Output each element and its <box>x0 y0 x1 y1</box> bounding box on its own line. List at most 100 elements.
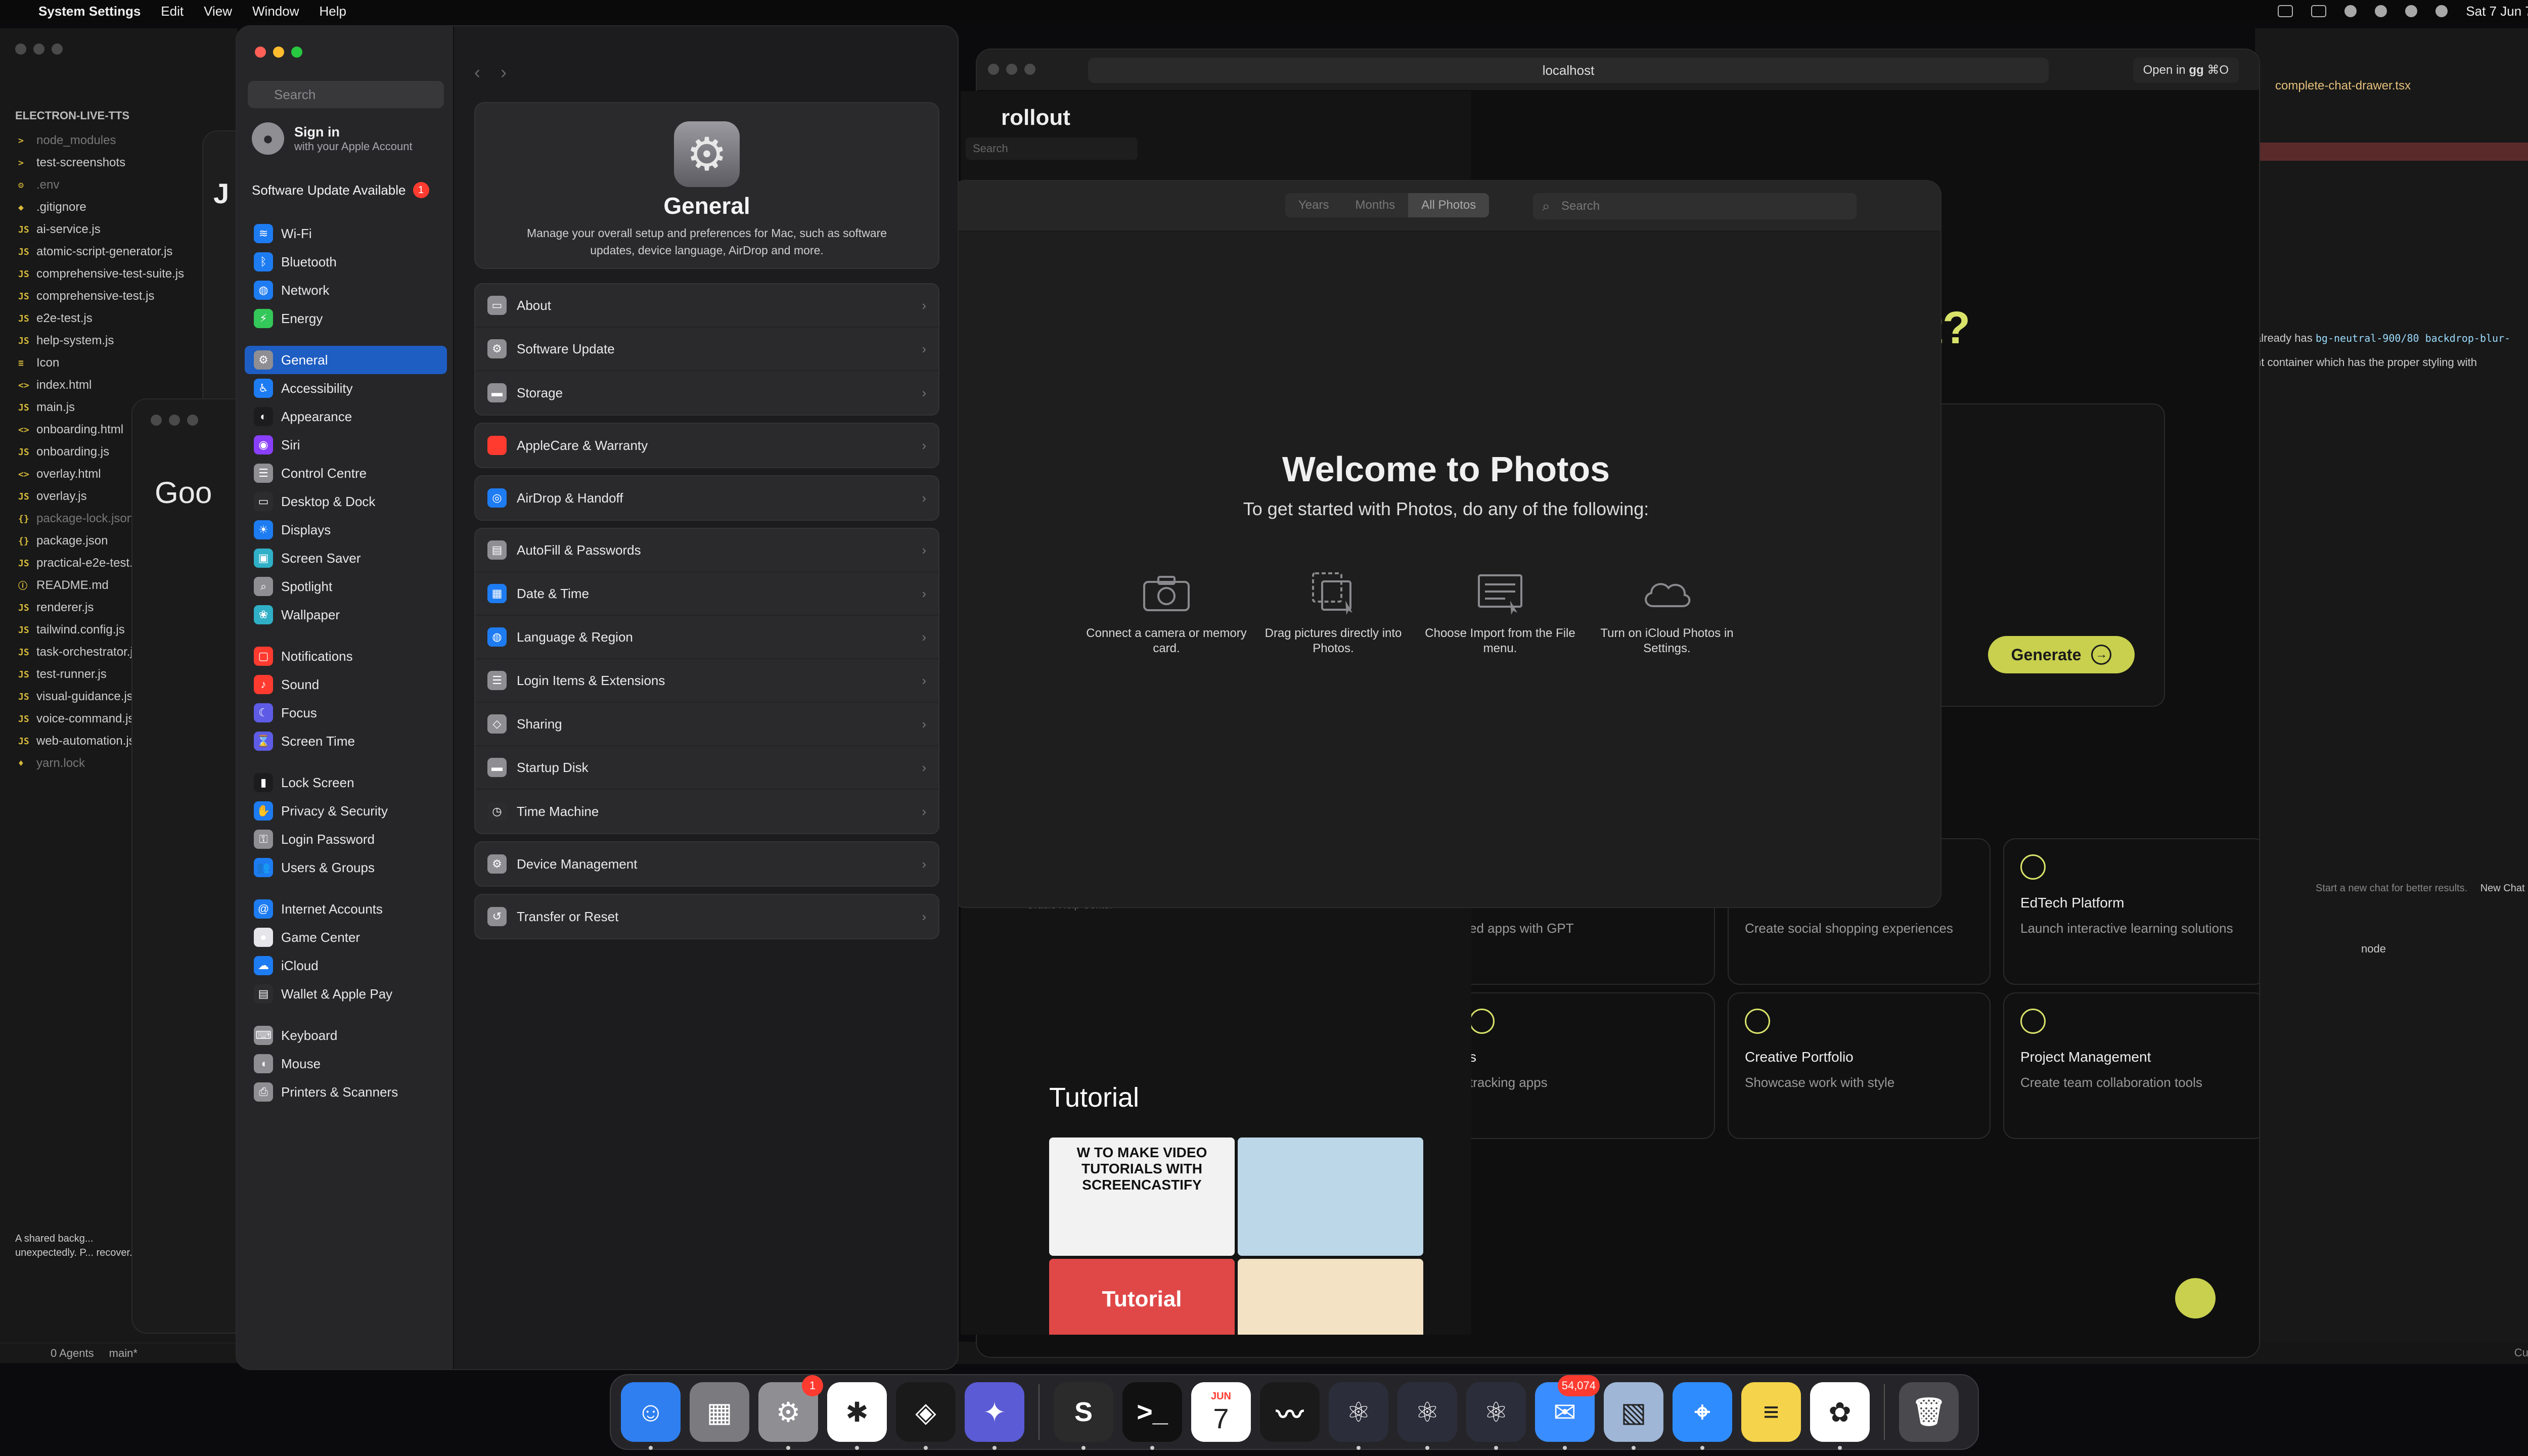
open-in-button[interactable]: Open in gg ⌘O <box>2133 58 2239 83</box>
sidebar-item-notifications[interactable]: ▢ Notifications <box>245 642 447 670</box>
forward-arrow-icon[interactable]: › <box>501 62 527 82</box>
display-icon[interactable] <box>2311 5 2327 17</box>
photos-search-input[interactable]: Search <box>1533 193 1857 219</box>
sidebar-item-control-centre[interactable]: ☰ Control Centre <box>245 459 447 487</box>
photos-option[interactable]: Connect a camera or memory card. <box>1083 570 1250 656</box>
dock-cursor-icon[interactable]: ◈ <box>896 1382 956 1450</box>
rollout-search[interactable]: Search <box>966 138 1138 160</box>
menu-window[interactable]: Window <box>252 4 299 19</box>
sidebar-item-sound[interactable]: ♪ Sound <box>245 670 447 699</box>
sidebar-item-login-password[interactable]: ⚿ Login Password <box>245 825 447 853</box>
dock-system-settings-icon[interactable]: ⚙ 1 <box>758 1375 823 1450</box>
dock-electron-2-icon[interactable]: ⚛ <box>1397 1382 1457 1450</box>
settings-row-storage[interactable]: ▬ Storage › <box>475 371 938 415</box>
back-arrow-icon[interactable]: ‹ <box>474 62 501 82</box>
minimize-button[interactable] <box>169 415 180 426</box>
dock-launchpad-icon[interactable]: ▦ <box>690 1382 749 1442</box>
sidebar-item-desktop-dock[interactable]: ▭ Desktop & Dock <box>245 487 447 516</box>
dock-notes-icon[interactable]: ≡ <box>1741 1382 1801 1442</box>
terminal-tab[interactable]: node <box>2361 942 2386 956</box>
sidebar-item-wi-fi[interactable]: ≋ Wi-Fi <box>245 219 447 248</box>
sidebar-item-icloud[interactable]: ☁ iCloud <box>245 951 447 980</box>
editor-tab[interactable]: complete-chat-drawer.tsx <box>2275 79 2411 93</box>
sidebar-item-lock-screen[interactable]: ▮ Lock Screen <box>245 768 447 797</box>
settings-row-time-machine[interactable]: ◷ Time Machine › <box>475 790 938 833</box>
dock-safari-icon[interactable]: ⌖ <box>1673 1382 1732 1450</box>
sidebar-item-network[interactable]: ◍ Network <box>245 276 447 304</box>
dock-photos-icon[interactable]: ✿ <box>1810 1382 1870 1450</box>
settings-row-about[interactable]: ▭ About › <box>475 284 938 328</box>
zoom-button[interactable] <box>291 47 302 58</box>
settings-search-input[interactable]: Search <box>248 81 444 108</box>
close-button[interactable] <box>151 415 162 426</box>
sidebar-item-siri[interactable]: ◉ Siri <box>245 431 447 459</box>
menu-help[interactable]: Help <box>319 4 346 19</box>
software-update-available[interactable]: Software Update Available 1 <box>252 182 429 198</box>
settings-row-transfer-or-reset[interactable]: ↺ Transfer or Reset › <box>475 895 938 938</box>
close-button[interactable] <box>988 64 999 75</box>
zoom-button[interactable] <box>187 415 198 426</box>
tutorial-thumb-3[interactable]: Tutorial <box>1049 1259 1235 1335</box>
sidebar-item-keyboard[interactable]: ⌨ Keyboard <box>245 1021 447 1050</box>
photos-option[interactable]: Drag pictures directly into Photos. <box>1250 570 1417 656</box>
sidebar-item-appearance[interactable]: ◐ Appearance <box>245 402 447 431</box>
settings-row-startup-disk[interactable]: ▬ Startup Disk › <box>475 746 938 790</box>
settings-row-login-items-extensions[interactable]: ☰ Login Items & Extensions › <box>475 659 938 703</box>
settings-row-date-time[interactable]: ▦ Date & Time › <box>475 572 938 616</box>
sidebar-item-users-groups[interactable]: 👥 Users & Groups <box>245 853 447 882</box>
settings-row-applecare-warranty[interactable]: AppleCare & Warranty › <box>475 424 938 467</box>
sidebar-item-internet-accounts[interactable]: @ Internet Accounts <box>245 895 447 923</box>
apple-account-signin[interactable]: ● Sign in with your Apple Account <box>252 122 413 155</box>
sidebar-item-accessibility[interactable]: ♿ Accessibility <box>245 374 447 402</box>
zoom-button[interactable] <box>52 43 63 55</box>
settings-row-software-update[interactable]: ⚙ Software Update › <box>475 328 938 371</box>
menu-view[interactable]: View <box>204 4 232 19</box>
sidebar-item-displays[interactable]: ☀ Displays <box>245 516 447 544</box>
menu-edit[interactable]: Edit <box>161 4 184 19</box>
dock-finder-icon[interactable]: ☺ <box>621 1382 681 1450</box>
dock-preview-icon[interactable]: ▧ <box>1604 1382 1663 1450</box>
sidebar-item-wallpaper[interactable]: ❀ Wallpaper <box>245 601 447 629</box>
photos-option[interactable]: Turn on iCloud Photos in Settings. <box>1584 570 1750 656</box>
segment-months[interactable]: Months <box>1342 193 1409 217</box>
dock-mail-icon[interactable]: ✉ 54,074 <box>1535 1375 1600 1450</box>
close-button[interactable] <box>255 47 266 58</box>
settings-row-autofill-passwords[interactable]: ▤ AutoFill & Passwords › <box>475 529 938 572</box>
minimize-button[interactable] <box>33 43 44 55</box>
dock-creative-app-icon[interactable]: ✦ <box>965 1382 1024 1450</box>
generate-button[interactable]: Generate → <box>1988 636 2135 673</box>
sidebar-item-focus[interactable]: ☾ Focus <box>245 699 447 727</box>
template-card[interactable]: Project Management Create team collaborat… <box>2003 992 2259 1139</box>
dock-electron-3-icon[interactable]: ⚛ <box>1466 1382 1526 1450</box>
dock-electron-1-icon[interactable]: ⚛ <box>1329 1382 1388 1450</box>
template-card[interactable]: s tracking apps <box>1452 992 1715 1139</box>
spotlight-icon[interactable] <box>2405 5 2418 17</box>
minimize-button[interactable] <box>273 47 284 58</box>
battery-icon[interactable] <box>2278 5 2293 17</box>
settings-row-language-region[interactable]: ◍ Language & Region › <box>475 616 938 659</box>
control-centre-icon[interactable] <box>2375 5 2387 17</box>
segment-all-photos[interactable]: All Photos <box>1408 193 1489 217</box>
dock-terminal-icon[interactable]: >_ <box>1122 1382 1182 1450</box>
tutorial-thumb-4[interactable] <box>1238 1259 1423 1335</box>
wifi-status-icon[interactable] <box>2344 5 2357 17</box>
branch-status[interactable]: main* <box>109 1347 138 1360</box>
sidebar-item-mouse[interactable]: ◖ Mouse <box>245 1050 447 1078</box>
dock-slack-icon[interactable]: ✱ <box>827 1382 887 1450</box>
minimize-button[interactable] <box>1006 64 1017 75</box>
template-card[interactable]: Creative Portfolio Showcase work with sty… <box>1728 992 1991 1139</box>
sidebar-item-privacy-security[interactable]: ✋ Privacy & Security <box>245 797 447 825</box>
tutorial-thumb-1[interactable]: W TO MAKE VIDEO TUTORIALS WITH SCREENCAS… <box>1049 1138 1235 1256</box>
zoom-button[interactable] <box>1024 64 1035 75</box>
dock-activity-monitor-icon[interactable]: 〰 <box>1260 1382 1320 1442</box>
sidebar-item-spotlight[interactable]: ⌕ Spotlight <box>245 572 447 601</box>
cursor-tab-status[interactable]: Cursor Tab <box>2514 1346 2528 1359</box>
segment-years[interactable]: Years <box>1285 193 1342 217</box>
agents-status[interactable]: 0 Agents <box>51 1347 94 1360</box>
address-bar[interactable]: localhost <box>1088 58 2049 83</box>
sidebar-item-wallet-apple-pay[interactable]: ▤ Wallet & Apple Pay <box>245 980 447 1008</box>
sidebar-item-screen-time[interactable]: ⌛ Screen Time <box>245 727 447 755</box>
explorer-title[interactable]: ELECTRON-LIVE-TTS <box>15 109 129 122</box>
close-button[interactable] <box>15 43 26 55</box>
settings-row-airdrop-handoff[interactable]: ◎ AirDrop & Handoff › <box>475 476 938 520</box>
